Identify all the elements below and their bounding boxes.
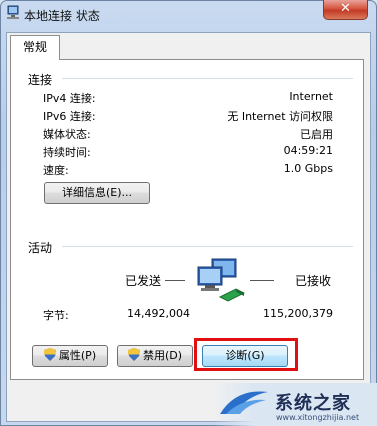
ipv4-label: IPv4 连接:	[43, 92, 96, 105]
bytes-received-value: 115,200,379	[263, 307, 333, 320]
bytes-sent-value: 14,492,004	[127, 307, 190, 320]
uac-shield-icon	[43, 348, 56, 361]
activity-heading: 活动	[28, 241, 53, 255]
media-state-value: 已启用	[300, 128, 333, 141]
properties-button-label: 属性(P)	[58, 349, 97, 362]
connection-heading: 连接	[28, 73, 53, 87]
network-connection-icon	[7, 5, 19, 19]
sent-line	[165, 280, 185, 281]
watermark-url: www.xitongzhijia.net	[276, 413, 360, 422]
connection-divider	[62, 78, 353, 79]
ipv6-value: 无 Internet 访问权限	[227, 110, 333, 123]
tab-general-label: 常规	[22, 40, 47, 54]
details-button[interactable]: 详细信息(E)...	[44, 182, 150, 204]
speed-value: 1.0 Gbps	[283, 162, 333, 175]
activity-divider	[62, 246, 353, 247]
network-activity-icon	[197, 258, 246, 302]
watermark-logo-icon	[220, 391, 268, 414]
disable-button-label: 禁用(D)	[142, 349, 183, 362]
disable-button[interactable]: 禁用(D)	[117, 345, 193, 367]
window-title: 本地连接 状态	[24, 9, 100, 23]
tab-general[interactable]: 常规	[10, 35, 60, 60]
media-state-label: 媒体状态:	[43, 128, 91, 141]
duration-label: 持续时间:	[43, 146, 91, 159]
speed-label: 速度:	[43, 164, 69, 177]
received-label: 已接收	[295, 274, 332, 288]
received-line	[250, 280, 274, 281]
sent-label: 已发送	[125, 274, 162, 288]
watermark-text: 系统之家	[275, 393, 351, 414]
uac-shield-icon	[127, 348, 140, 361]
duration-value: 04:59:21	[283, 144, 333, 157]
close-icon: ✕	[340, 1, 351, 16]
bytes-label: 字节:	[43, 309, 69, 322]
ipv4-value: Internet	[289, 90, 333, 103]
close-button[interactable]: ✕	[323, 0, 368, 20]
diagnose-highlight-box	[194, 338, 298, 371]
ipv6-label: IPv6 连接:	[43, 110, 96, 123]
properties-button[interactable]: 属性(P)	[32, 345, 108, 367]
